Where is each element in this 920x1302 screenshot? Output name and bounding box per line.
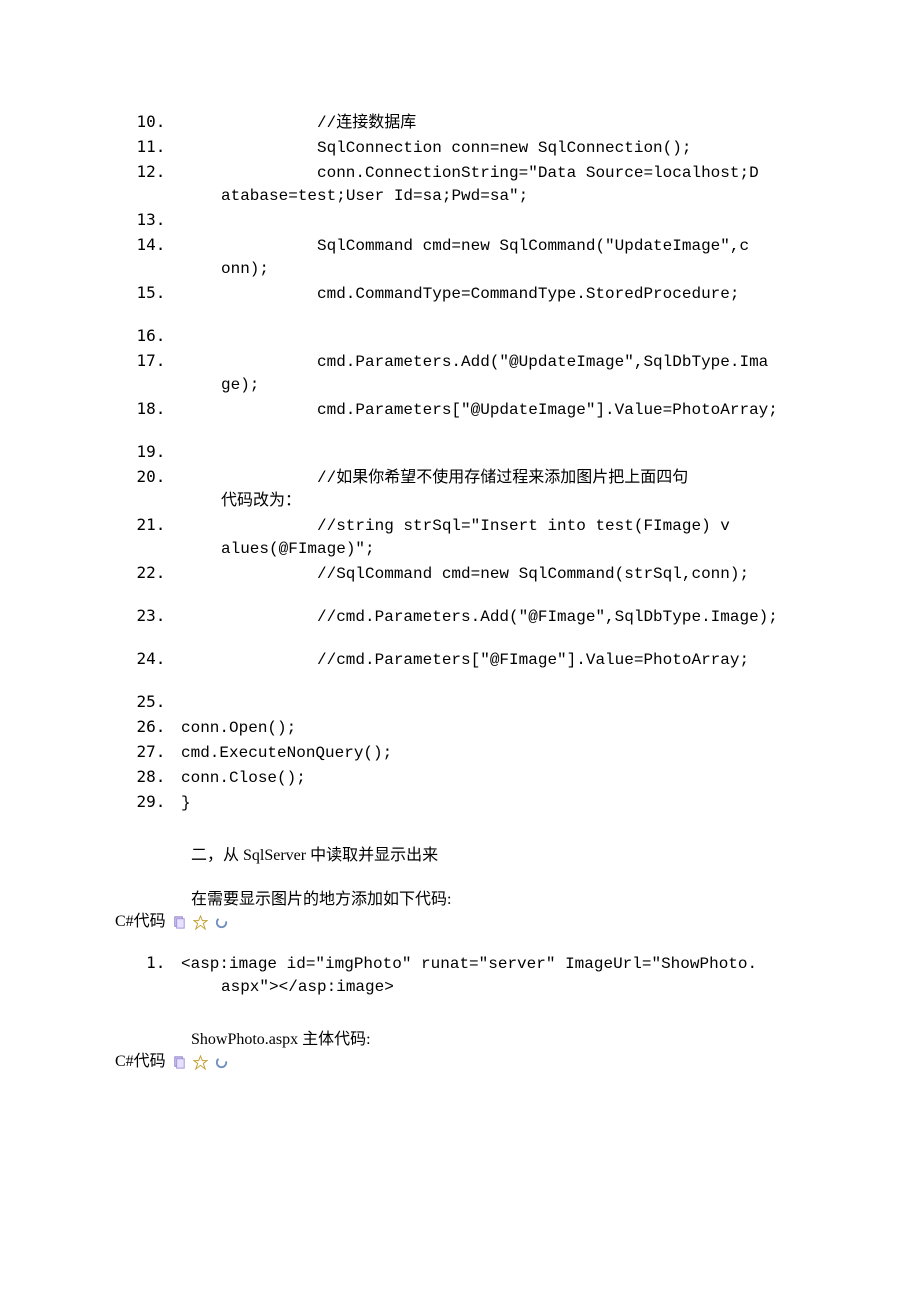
code-line: cmd.ExecuteNonQuery(); xyxy=(175,740,805,765)
code-line: <asp:image id="imgPhoto" runat="server" … xyxy=(175,951,805,999)
paragraph-showphoto: ShowPhoto.aspx 主体代码: xyxy=(115,1029,805,1051)
code-line: conn.ConnectionString="Data Source=local… xyxy=(175,160,805,208)
code-text: conn.Close(); xyxy=(181,769,306,787)
spinner-icon xyxy=(214,1055,229,1070)
code-text: 代码改为： xyxy=(221,492,301,510)
code-text: cmd.Parameters.Add("@UpdateImage",SqlDbT… xyxy=(317,353,768,371)
code-text: conn.ConnectionString="Data Source=local… xyxy=(317,164,759,182)
code-line: cmd.Parameters["@UpdateImage"].Value=Pho… xyxy=(175,397,805,422)
code-line: //string strSql="Insert into test(FImage… xyxy=(175,513,805,561)
code-text: } xyxy=(181,794,191,812)
section-title: 二，从 SqlServer 中读取并显示出来 xyxy=(115,845,805,867)
paragraph-add-code: 在需要显示图片的地方添加如下代码: xyxy=(115,889,805,911)
spinner-icon xyxy=(214,915,229,930)
code-line: } xyxy=(175,790,805,815)
code-line: cmd.CommandType=CommandType.StoredProced… xyxy=(175,281,805,306)
code-text: SqlConnection conn=new SqlConnection(); xyxy=(317,139,691,157)
code-text: //SqlCommand cmd=new SqlCommand(strSql,c… xyxy=(317,565,749,583)
code-text: ge); xyxy=(221,376,259,394)
star-icon[interactable] xyxy=(193,1055,208,1070)
code-text: atabase=test;User Id=sa;Pwd=sa"; xyxy=(221,187,528,205)
code-text: //string strSql="Insert into test(FImage… xyxy=(317,517,730,535)
code-text: //如果你希望不使用存储过程来添加图片把上面四句 xyxy=(317,469,688,487)
code-line: //如果你希望不使用存储过程来添加图片把上面四句代码改为： xyxy=(175,465,805,513)
code-text: //cmd.Parameters["@FImage"].Value=PhotoA… xyxy=(317,651,749,669)
code-text: SqlCommand cmd=new SqlCommand("UpdateIma… xyxy=(317,237,749,255)
code-text: //cmd.Parameters.Add("@FImage",SqlDbType… xyxy=(317,608,778,626)
code-text: cmd.CommandType=CommandType.StoredProced… xyxy=(317,285,739,303)
code-text: //连接数据库 xyxy=(317,114,416,132)
code-block-2: <asp:image id="imgPhoto" runat="server" … xyxy=(115,951,805,999)
code-line xyxy=(175,440,805,465)
code-text: conn.Open(); xyxy=(181,719,296,737)
clipboard-icon[interactable] xyxy=(172,1055,187,1070)
clipboard-icon[interactable] xyxy=(172,915,187,930)
code-text: <asp:image id="imgPhoto" runat="server" … xyxy=(181,955,757,973)
csharp-label-line-2: C#代码 xyxy=(115,1051,805,1073)
code-block-1: //连接数据库 SqlConnection conn=new SqlConnec… xyxy=(115,110,805,815)
code-line: //SqlCommand cmd=new SqlCommand(strSql,c… xyxy=(175,561,805,586)
code-text: alues(@FImage)"; xyxy=(221,540,375,558)
code-line: conn.Close(); xyxy=(175,765,805,790)
code-line xyxy=(175,208,805,233)
code-text: aspx"></asp:image> xyxy=(221,978,394,996)
code-line xyxy=(175,324,805,349)
code-line: //cmd.Parameters["@FImage"].Value=PhotoA… xyxy=(175,647,805,672)
code-text: cmd.Parameters["@UpdateImage"].Value=Pho… xyxy=(317,401,778,419)
csharp-label-line: C#代码 xyxy=(115,911,805,933)
code-line: SqlCommand cmd=new SqlCommand("UpdateIma… xyxy=(175,233,805,281)
code-text: onn); xyxy=(221,260,269,278)
csharp-label: C#代码 xyxy=(115,911,166,933)
star-icon[interactable] xyxy=(193,915,208,930)
code-line: //cmd.Parameters.Add("@FImage",SqlDbType… xyxy=(175,604,805,629)
code-line: conn.Open(); xyxy=(175,715,805,740)
code-line xyxy=(175,690,805,715)
csharp-label: C#代码 xyxy=(115,1051,166,1073)
code-line: cmd.Parameters.Add("@UpdateImage",SqlDbT… xyxy=(175,349,805,397)
code-line: //连接数据库 xyxy=(175,110,805,135)
code-text: cmd.ExecuteNonQuery(); xyxy=(181,744,392,762)
code-line: SqlConnection conn=new SqlConnection(); xyxy=(175,135,805,160)
